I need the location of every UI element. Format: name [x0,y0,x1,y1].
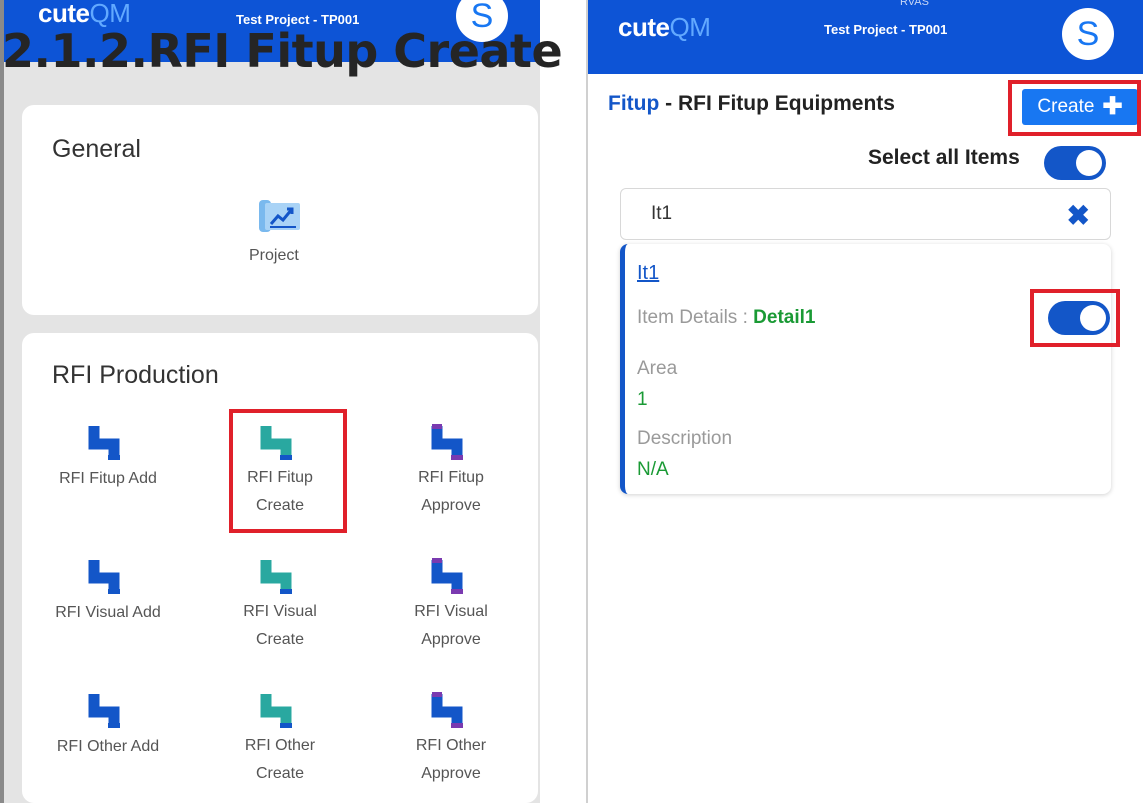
rfi-fitup-add-tile[interactable]: RFI Fitup Add [43,422,173,494]
item-details-value: Detail1 [753,307,816,328]
project-chart-icon[interactable] [258,196,302,241]
clipped-header-text: RVAS [900,0,929,8]
create-button-label: Create [1037,96,1095,117]
right-app-bar: RVAS cuteQM Test Project - TP001 S [588,0,1143,74]
close-x-icon[interactable]: ✖ [1067,199,1090,232]
item-details: Item Details : Detail1 [637,307,815,329]
breadcrumb-separator: - [659,92,678,115]
general-card: General Project [22,105,538,315]
right-screen: RVAS cuteQM Test Project - TP001 S Fitup… [588,0,1143,803]
area-value: 1 [637,389,648,410]
rfi-visual-add-label: RFI Visual Add [55,604,161,621]
breadcrumb: Fitup - RFI Fitup Equipments [608,92,895,116]
right-project-name: Test Project - TP001 [824,22,948,37]
rfi-visual-create-label: RFI Visual Create [243,603,317,648]
rfi-fitup-approve-label: RFI Fitup Approve [418,469,484,514]
rfi-other-approve-label: RFI Other Approve [415,737,487,782]
rfi-other-create-tile[interactable]: RFI Other Create [215,690,345,788]
screenshot-stage: cuteQM Test Project - TP001 S General Pr… [0,0,1143,803]
pipe-icon [88,694,120,728]
rfi-other-add-tile[interactable]: RFI Other Add [43,690,173,762]
plus-icon: ✚ [1102,93,1123,120]
project-tile-label[interactable]: Project [249,247,299,265]
rfi-visual-approve-tile[interactable]: RFI Visual Approve [386,556,516,654]
pipe-icon [431,558,463,594]
pipe-icon [88,426,120,460]
item-name-link[interactable]: It1 [637,262,659,285]
rfi-visual-approve-label: RFI Visual Approve [414,603,488,648]
description-value: N/A [637,459,669,480]
search-input[interactable]: It1 ✖ [620,188,1111,240]
create-button[interactable]: Create ✚ [1022,89,1138,125]
breadcrumb-module-link[interactable]: Fitup [608,92,659,115]
right-user-avatar[interactable]: S [1062,8,1114,60]
item-select-toggle[interactable] [1048,301,1110,335]
general-card-title: General [52,135,141,163]
pipe-icon [88,560,120,594]
rfi-visual-add-tile[interactable]: RFI Visual Add [43,556,173,628]
pipe-icon [431,692,463,728]
item-details-label: Item Details : [637,307,754,328]
toggle-knob [1080,305,1106,331]
select-all-label: Select all Items [868,146,1020,169]
rfi-visual-create-tile[interactable]: RFI Visual Create [215,556,345,654]
area-label: Area [637,358,678,379]
description-label: Description [637,428,733,449]
pipe-icon [260,560,292,594]
breadcrumb-page: RFI Fitup Equipments [677,92,895,115]
item-card: It1 Item Details : Detail1 Area 1 Descri… [620,244,1111,494]
pipe-icon [260,426,292,460]
rfi-other-add-label: RFI Other Add [56,738,160,755]
brand-main-text: cute [618,12,670,42]
search-input-value: It1 [651,203,673,224]
pipe-icon [431,424,463,460]
toggle-knob [1076,150,1102,176]
rfi-other-create-label: RFI Other Create [244,737,316,782]
brand-accent-text: QM [669,12,711,42]
left-screen: cuteQM Test Project - TP001 S General Pr… [0,0,540,803]
rfi-fitup-approve-tile[interactable]: RFI Fitup Approve [386,422,516,520]
page-title: 2.1.2.RFI Fitup Create [2,24,563,78]
rfi-other-approve-tile[interactable]: RFI Other Approve [386,690,516,788]
left-window-edge [0,0,4,803]
rfi-fitup-add-label: RFI Fitup Add [59,470,157,487]
pipe-icon [260,694,292,728]
rfi-fitup-create-label: RFI Fitup Create [247,469,313,514]
rfi-fitup-create-tile[interactable]: RFI Fitup Create [215,422,345,520]
select-all-toggle[interactable] [1044,146,1106,180]
rfi-production-card-title: RFI Production [52,361,219,389]
right-brand-logo: cuteQM [618,12,711,43]
